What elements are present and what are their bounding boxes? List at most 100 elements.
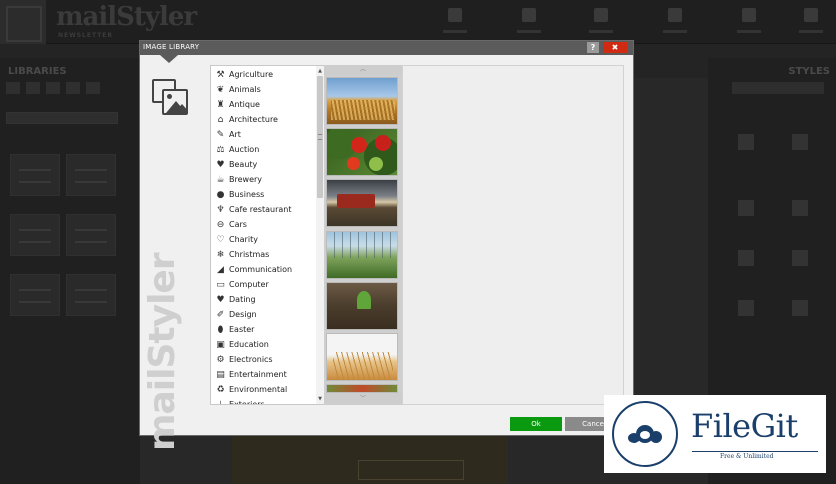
styles-title: STYLES: [788, 66, 830, 77]
toolbar-button-5[interactable]: [734, 4, 764, 38]
library-thumb[interactable]: [10, 274, 60, 316]
app-logo-icon: [0, 0, 46, 44]
libraries-tabs[interactable]: [6, 82, 136, 96]
category-item-exteriors[interactable]: ⊥ Exteriors: [211, 398, 315, 405]
app-brand: mailStyler: [56, 2, 197, 32]
category-item-animals[interactable]: ❦ Animals: [211, 83, 315, 98]
category-label: Brewery: [229, 175, 263, 184]
image-thumb-partial[interactable]: [326, 384, 398, 393]
image-thumbnail-strip[interactable]: ︿ ﹀: [324, 65, 402, 405]
car-icon: ⊖: [216, 220, 225, 230]
category-item-electronics[interactable]: ⚙ Electronics: [211, 353, 315, 368]
gavel-icon: ⚖: [216, 145, 225, 155]
cutlery-icon: ♆: [216, 205, 225, 215]
egg-icon: ⬮: [217, 325, 224, 335]
image-thumb-wheat-field[interactable]: [326, 333, 398, 381]
image-library-icon: [152, 79, 190, 119]
category-item-entertainment[interactable]: ▤ Entertainment: [211, 368, 315, 383]
app-brand-sub: NEWSLETTER: [58, 32, 114, 39]
monitor-icon: ▭: [216, 280, 225, 290]
library-thumb[interactable]: [66, 274, 116, 316]
filegit-badge: FileGit Free & Unlimited: [604, 395, 826, 473]
category-label: Education: [229, 340, 269, 349]
category-item-brewery[interactable]: ☕ Brewery: [211, 173, 315, 188]
libraries-panel: LIBRARIES: [0, 58, 140, 484]
category-item-cars[interactable]: ⊖ Cars: [211, 218, 315, 233]
film-icon: ▤: [216, 370, 225, 380]
category-item-education[interactable]: ▣ Education: [211, 338, 315, 353]
category-list[interactable]: ⚒ Agriculture ❦ Animals ♜ Antique ⌂ Architectur…: [210, 65, 325, 405]
lipstick-icon: ♥: [216, 160, 225, 170]
category-label: Business: [229, 190, 265, 199]
globe-icon: ●: [216, 190, 225, 200]
scroll-thumb[interactable]: [317, 76, 323, 198]
category-item-antique[interactable]: ♜ Antique: [211, 98, 315, 113]
style-tool[interactable]: [786, 296, 814, 326]
category-scrollbar[interactable]: ▲ ▼: [316, 66, 324, 404]
category-item-easter[interactable]: ⬮ Easter: [211, 323, 315, 338]
toolbar-button-2[interactable]: [514, 4, 544, 38]
image-preview-pane: [402, 65, 624, 405]
style-tool[interactable]: [786, 196, 814, 226]
image-thumb-harvester[interactable]: [326, 179, 398, 227]
category-item-dating[interactable]: ♥ Dating: [211, 293, 315, 308]
category-item-cafe-restaurant[interactable]: ♆ Cafe restaurant: [211, 203, 315, 218]
library-thumb[interactable]: [66, 214, 116, 256]
toolbar-button-6[interactable]: [796, 4, 826, 38]
style-tool[interactable]: [732, 296, 760, 326]
category-label: Animals: [229, 85, 261, 94]
library-thumb[interactable]: [10, 214, 60, 256]
style-tool[interactable]: [732, 196, 760, 226]
ok-button[interactable]: Ok: [510, 417, 562, 431]
image-thumb-greenhouse[interactable]: [326, 231, 398, 279]
category-item-charity[interactable]: ♡ Charity: [211, 233, 315, 248]
styles-select[interactable]: [732, 82, 824, 94]
category-label: Cars: [229, 220, 247, 229]
toolbar-button-4[interactable]: [660, 4, 690, 38]
book-icon: ▣: [216, 340, 225, 350]
style-tool[interactable]: [732, 246, 760, 276]
thumbs-scroll-up-icon[interactable]: ︿: [324, 65, 402, 75]
category-item-auction[interactable]: ⚖ Auction: [211, 143, 315, 158]
thumbs-scroll-down-icon[interactable]: ﹀: [324, 393, 402, 405]
scroll-up-icon[interactable]: ▲: [317, 68, 323, 74]
category-label: Architecture: [229, 115, 278, 124]
category-item-christmas[interactable]: ❄ Christmas: [211, 248, 315, 263]
category-label: Auction: [229, 145, 260, 154]
category-item-environmental[interactable]: ♻ Environmental: [211, 383, 315, 398]
category-label: Exteriors: [229, 400, 265, 405]
close-button[interactable]: ✖: [603, 42, 627, 53]
category-item-business[interactable]: ● Business: [211, 188, 315, 203]
libraries-select[interactable]: [6, 112, 118, 124]
toolbar-button-1[interactable]: [440, 4, 470, 38]
category-label: Dating: [229, 295, 256, 304]
category-label: Agriculture: [229, 70, 273, 79]
lamp-icon: ⊥: [216, 400, 225, 405]
category-item-art[interactable]: ✎ Art: [211, 128, 315, 143]
category-item-beauty[interactable]: ♥ Beauty: [211, 158, 315, 173]
style-tool[interactable]: [786, 246, 814, 276]
vase-icon: ♜: [216, 100, 225, 110]
couple-icon: ♥: [216, 295, 225, 305]
category-item-computer[interactable]: ▭ Computer: [211, 278, 315, 293]
filegit-logo-icon: [612, 401, 678, 467]
image-thumb-tomatoes[interactable]: [326, 128, 398, 176]
category-label: Computer: [229, 280, 269, 289]
category-item-communication[interactable]: ◢ Communication: [211, 263, 315, 278]
image-thumb-seedling[interactable]: [326, 282, 398, 330]
paw-icon: ❦: [216, 85, 225, 95]
pen-icon: ✐: [216, 310, 225, 320]
image-thumb-wheat[interactable]: [326, 77, 398, 125]
megaphone-icon: ◢: [217, 265, 224, 275]
style-tool[interactable]: [786, 130, 814, 160]
category-item-agriculture[interactable]: ⚒ Agriculture: [211, 68, 315, 83]
category-item-architecture[interactable]: ⌂ Architecture: [211, 113, 315, 128]
category-item-design[interactable]: ✐ Design: [211, 308, 315, 323]
library-thumb[interactable]: [10, 154, 60, 196]
help-button[interactable]: ?: [587, 42, 599, 53]
scroll-down-icon[interactable]: ▼: [317, 396, 323, 402]
filegit-tagline-rule: Free & Unlimited: [692, 451, 818, 461]
toolbar-button-3[interactable]: [586, 4, 616, 38]
style-tool[interactable]: [732, 130, 760, 160]
library-thumb[interactable]: [66, 154, 116, 196]
